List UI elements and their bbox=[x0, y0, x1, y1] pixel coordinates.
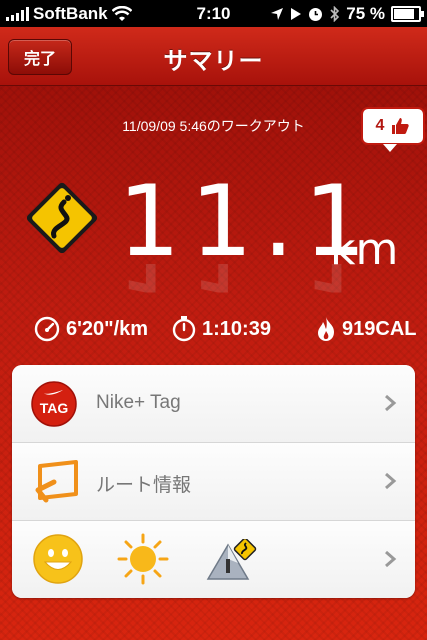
sunny-weather-icon bbox=[117, 533, 169, 585]
battery-percent: 75 % bbox=[346, 4, 385, 23]
chevron-right-icon bbox=[385, 394, 397, 412]
stopwatch-icon bbox=[172, 316, 196, 342]
navigation-bar: 完了 サマリー bbox=[0, 27, 427, 86]
calories-value: 919CAL bbox=[342, 317, 417, 340]
cheer-count: 4 bbox=[375, 117, 385, 134]
conditions-row[interactable] bbox=[12, 521, 415, 598]
play-icon bbox=[291, 8, 302, 20]
smiley-face-icon bbox=[33, 534, 83, 584]
alarm-clock-icon bbox=[309, 7, 323, 21]
status-bar: SoftBank 7:10 75 % bbox=[0, 0, 427, 27]
nike-tag-row[interactable]: TAG Nike+ Tag bbox=[12, 365, 415, 443]
route-info-row[interactable]: ルート情報 bbox=[12, 443, 415, 521]
route-map-icon bbox=[35, 460, 78, 503]
location-arrow-icon bbox=[271, 8, 284, 20]
speedometer-icon bbox=[34, 316, 60, 342]
bluetooth-icon bbox=[330, 6, 340, 22]
svg-text:TAG: TAG bbox=[40, 400, 69, 416]
details-table: TAG Nike+ Tag ルート情報 bbox=[12, 365, 415, 598]
terrain-trail-icon bbox=[206, 539, 257, 580]
battery-icon bbox=[391, 6, 424, 22]
page-title: サマリー bbox=[163, 48, 264, 75]
nike-tag-label: Nike+ Tag bbox=[96, 392, 181, 413]
route-info-label: ルート情報 bbox=[96, 475, 192, 496]
nike-tag-icon: TAG bbox=[31, 381, 77, 427]
calories-stat: 919CAL bbox=[316, 316, 416, 342]
route-sign-icon bbox=[26, 182, 98, 254]
cheer-badge[interactable]: 4 bbox=[361, 107, 425, 152]
distance-unit: km bbox=[330, 224, 399, 275]
workout-stats: 6'20"/km 1:10:39 919CAL bbox=[0, 316, 427, 346]
status-right: 75 % bbox=[270, 4, 424, 24]
duration-value: 1:10:39 bbox=[202, 317, 271, 340]
pace-stat: 6'20"/km bbox=[34, 316, 148, 342]
pace-value: 6'20"/km bbox=[66, 317, 149, 340]
duration-stat: 1:10:39 bbox=[172, 316, 271, 342]
chevron-right-icon bbox=[385, 472, 397, 490]
chevron-right-icon bbox=[385, 550, 397, 568]
flame-icon bbox=[318, 317, 334, 341]
thumbs-up-icon bbox=[392, 118, 410, 134]
